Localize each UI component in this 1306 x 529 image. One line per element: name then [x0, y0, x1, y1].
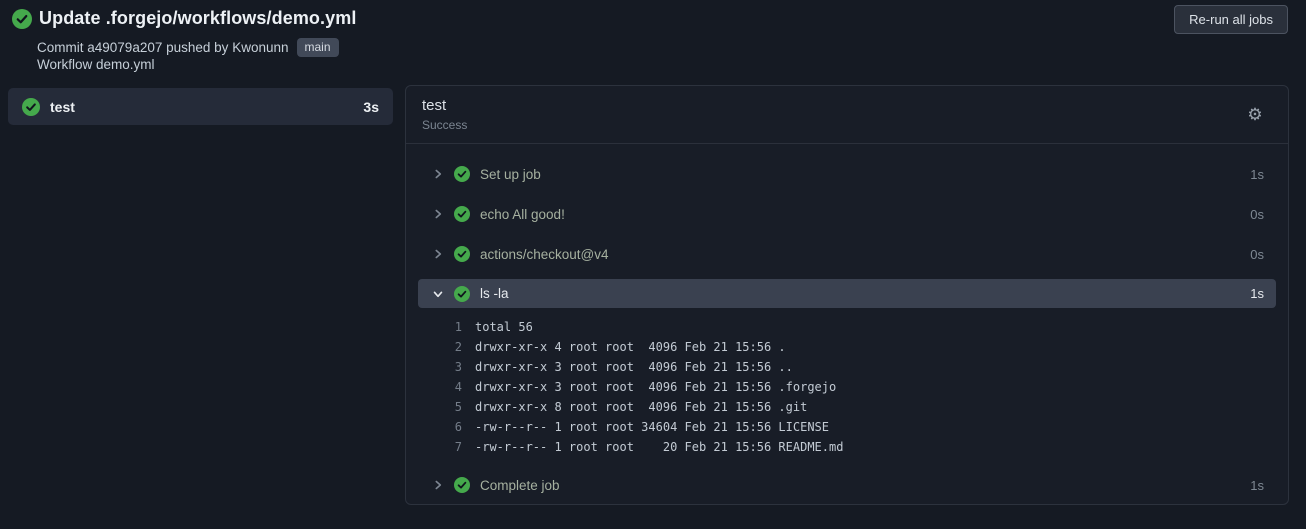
- log-line-number: 5: [454, 400, 462, 414]
- step-duration: 1s: [1250, 477, 1264, 493]
- log-line: 6 -rw-r--r-- 1 root root 34604 Feb 21 15:…: [418, 417, 1276, 437]
- steps-list: Set up job 1s echo All good! 0s actions/chec…: [406, 144, 1288, 505]
- step-name: Set up job: [480, 166, 541, 182]
- commit-middle: pushed by: [166, 40, 229, 55]
- step-name: Complete job: [480, 477, 560, 493]
- commit-author-link[interactable]: Kwonunn: [232, 40, 288, 55]
- step-row[interactable]: actions/checkout@v4 0s: [418, 234, 1276, 274]
- job-detail-header: test Success ⚙: [406, 86, 1288, 144]
- log-line-text: -rw-r--r-- 1 root root 34604 Feb 21 15:5…: [475, 420, 830, 434]
- commit-line: Commit a49079a207 pushed by Kwonunn main: [37, 38, 339, 57]
- step-name: actions/checkout@v4: [480, 246, 609, 262]
- log-line-text: drwxr-xr-x 3 root root 4096 Feb 21 15:56…: [475, 380, 837, 394]
- log-line-text: drwxr-xr-x 3 root root 4096 Feb 21 15:56…: [475, 360, 793, 374]
- log-line-number: 3: [454, 360, 462, 374]
- log-line-number: 7: [454, 440, 462, 454]
- chevron-right-icon: [432, 248, 444, 260]
- workflow-run-page: Update .forgejo/workflows/demo.yml Commi…: [0, 0, 1306, 529]
- branch-badge[interactable]: main: [296, 38, 339, 57]
- chevron-right-icon: [432, 168, 444, 180]
- step-duration: 0s: [1250, 246, 1264, 262]
- step-duration: 1s: [1250, 166, 1264, 182]
- run-header: Update .forgejo/workflows/demo.yml Commi…: [0, 0, 1306, 85]
- log-line-text: -rw-r--r-- 1 root root 20 Feb 21 15:56 R…: [475, 440, 844, 454]
- log-line-text: drwxr-xr-x 8 root root 4096 Feb 21 15:56…: [475, 400, 808, 414]
- log-line: 4 drwxr-xr-x 3 root root 4096 Feb 21 15:5…: [418, 377, 1276, 397]
- success-check-icon: [454, 166, 470, 182]
- log-line-text: total 56: [475, 320, 533, 334]
- success-check-icon: [454, 477, 470, 493]
- success-check-icon: [454, 285, 470, 302]
- success-check-icon: [22, 97, 40, 116]
- log-line-number: 1: [454, 320, 462, 334]
- step-duration: 1s: [1250, 286, 1264, 301]
- job-title: test: [422, 97, 447, 114]
- log-line: 2 drwxr-xr-x 4 root root 4096 Feb 21 15:5…: [418, 337, 1276, 357]
- job-duration: 3s: [363, 98, 379, 115]
- step-duration: 0s: [1250, 206, 1264, 222]
- log-line: 5 drwxr-xr-x 8 root root 4096 Feb 21 15:5…: [418, 397, 1276, 417]
- success-check-icon: [12, 8, 32, 29]
- job-name: test: [50, 98, 75, 115]
- step-name: echo All good!: [480, 206, 565, 222]
- success-check-icon: [454, 206, 470, 222]
- rerun-all-jobs-button[interactable]: Re-run all jobs: [1174, 5, 1288, 34]
- step-log-output: 1 total 56 2 drwxr-xr-x 4 root root 4096 Fe…: [418, 308, 1276, 465]
- log-line-text: drwxr-xr-x 4 root root 4096 Feb 21 15:56…: [475, 340, 786, 354]
- gear-icon[interactable]: ⚙: [1244, 104, 1266, 126]
- step-row[interactable]: echo All good! 0s: [418, 194, 1276, 234]
- sidebar-job-test[interactable]: test 3s: [8, 88, 393, 125]
- step-row[interactable]: Complete job 1s: [418, 465, 1276, 505]
- step-row[interactable]: ls -la 1s: [418, 279, 1276, 308]
- log-line-number: 4: [454, 380, 462, 394]
- step-name: ls -la: [480, 286, 509, 301]
- job-status: Success: [422, 118, 468, 132]
- step-row[interactable]: Set up job 1s: [418, 154, 1276, 194]
- log-line: 7 -rw-r--r-- 1 root root 20 Feb 21 15:56 …: [418, 437, 1276, 457]
- chevron-right-icon: [432, 479, 444, 491]
- log-line-number: 6: [454, 420, 462, 434]
- run-title: Update .forgejo/workflows/demo.yml: [39, 8, 357, 28]
- chevron-down-icon: [432, 288, 444, 300]
- chevron-right-icon: [432, 208, 444, 220]
- workflow-line: Workflow demo.yml: [37, 57, 155, 72]
- log-line: 1 total 56: [418, 317, 1276, 337]
- job-detail-panel: test Success ⚙ Set up job 1s echo All good…: [405, 85, 1289, 505]
- log-line: 3 drwxr-xr-x 3 root root 4096 Feb 21 15:5…: [418, 357, 1276, 377]
- success-check-icon: [454, 246, 470, 262]
- commit-prefix: Commit: [37, 40, 84, 55]
- log-line-number: 2: [454, 340, 462, 354]
- commit-sha-link[interactable]: a49079a207: [87, 40, 162, 55]
